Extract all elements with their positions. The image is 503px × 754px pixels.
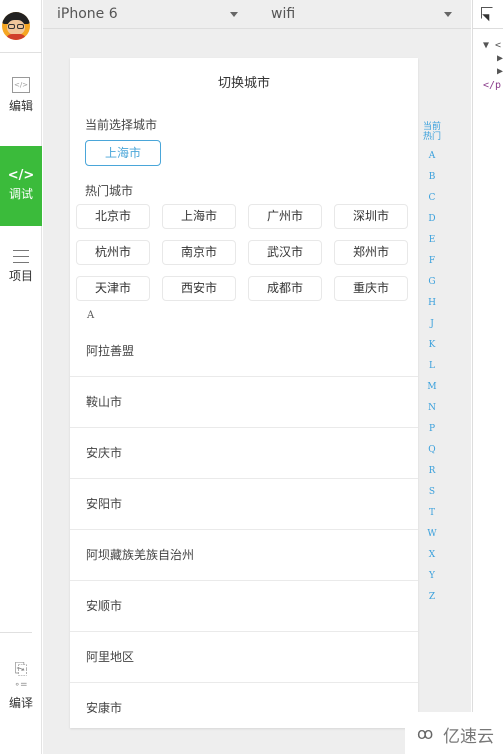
- index-letter[interactable]: C: [420, 188, 444, 209]
- group-letter: A: [87, 310, 95, 321]
- hot-city-button[interactable]: 成都市: [248, 276, 322, 301]
- city-list-item[interactable]: 阿坝藏族羌族自治州: [70, 530, 418, 581]
- city-list: 阿拉善盟 鞍山市 安庆市 安阳市 阿坝藏族羌族自治州 安顺市 阿里地区 安康市: [70, 326, 418, 728]
- cloud-logo-icon: ꝏ: [417, 724, 434, 743]
- index-letter[interactable]: G: [420, 272, 444, 293]
- hot-city-button[interactable]: 杭州市: [76, 240, 150, 265]
- compile-mode-icon: ∘=: [14, 680, 28, 690]
- hot-city-button[interactable]: 郑州市: [334, 240, 408, 265]
- index-letter[interactable]: T: [420, 503, 444, 524]
- index-letter[interactable]: Y: [420, 566, 444, 587]
- index-letter[interactable]: W: [420, 524, 444, 545]
- debug-icon: </>: [7, 168, 35, 183]
- index-letter[interactable]: E: [420, 230, 444, 251]
- divider: [0, 52, 42, 53]
- city-list-item[interactable]: 安顺市: [70, 581, 418, 632]
- sidebar-item-compile[interactable]: ⎘ ∘= 编译: [0, 660, 42, 711]
- sidebar-item-debug[interactable]: </> 调试: [0, 146, 42, 226]
- index-letter[interactable]: H: [420, 293, 444, 314]
- alphabet-index: 当前 热门 ABCDEFGHJKLMNPQRSTWXYZ: [420, 122, 444, 608]
- sidebar-item-project[interactable]: 项目: [0, 250, 42, 284]
- current-city-label: 当前选择城市: [85, 118, 158, 132]
- city-list-item[interactable]: 安康市: [70, 683, 418, 728]
- chevron-down-icon[interactable]: [444, 12, 452, 17]
- code-editor-icon: </>: [12, 77, 30, 93]
- hot-city-button[interactable]: 北京市: [76, 204, 150, 229]
- watermark: ꝏ 亿速云: [405, 712, 503, 754]
- hot-city-button[interactable]: 上海市: [162, 204, 236, 229]
- sidebar-item-label: 编辑: [8, 99, 33, 113]
- city-list-item[interactable]: 阿里地区: [70, 632, 418, 683]
- city-list-item[interactable]: 安庆市: [70, 428, 418, 479]
- sidebar-item-label: 项目: [8, 269, 33, 283]
- index-letter[interactable]: Q: [420, 440, 444, 461]
- dom-node[interactable]: ▶: [497, 66, 503, 77]
- index-letter[interactable]: M: [420, 377, 444, 398]
- network-select[interactable]: wifi: [271, 6, 295, 22]
- hot-city-button[interactable]: 广州市: [248, 204, 322, 229]
- hot-city-button[interactable]: 南京市: [162, 240, 236, 265]
- index-letter[interactable]: B: [420, 167, 444, 188]
- hot-city-button[interactable]: 西安市: [162, 276, 236, 301]
- index-letter[interactable]: X: [420, 545, 444, 566]
- city-list-item[interactable]: 阿拉善盟: [70, 326, 418, 377]
- devtools-panel: ▼ < ▶ ▶ </p: [472, 0, 503, 754]
- avatar[interactable]: [2, 12, 30, 40]
- index-letter[interactable]: N: [420, 398, 444, 419]
- index-letter[interactable]: R: [420, 461, 444, 482]
- sidebar-item-editor[interactable]: </> 编辑: [0, 76, 42, 114]
- phone-screen: 切换城市 当前选择城市 上海市 热门城市 北京市 上海市 广州市 深圳市 杭州市 南京市武…: [70, 58, 418, 728]
- dom-node[interactable]: </p: [483, 80, 501, 91]
- index-hot[interactable]: 热门: [420, 132, 444, 142]
- compile-icon: ⎘: [14, 659, 28, 678]
- dom-node[interactable]: ▶: [497, 53, 503, 64]
- inspect-element-icon[interactable]: [481, 7, 493, 19]
- city-list-item[interactable]: 安阳市: [70, 479, 418, 530]
- divider: [0, 632, 32, 633]
- index-letter[interactable]: A: [420, 146, 444, 167]
- index-letter[interactable]: L: [420, 356, 444, 377]
- city-list-item[interactable]: 鞍山市: [70, 377, 418, 428]
- hot-city-button[interactable]: 重庆市: [334, 276, 408, 301]
- dom-node[interactable]: ▼ <: [483, 40, 501, 51]
- index-letter[interactable]: F: [420, 251, 444, 272]
- index-letter[interactable]: D: [420, 209, 444, 230]
- hot-city-button[interactable]: 天津市: [76, 276, 150, 301]
- hot-cities-label: 热门城市: [85, 184, 134, 198]
- sidebar-item-label: 调试: [8, 187, 33, 201]
- index-letter[interactable]: S: [420, 482, 444, 503]
- watermark-text: 亿速云: [443, 727, 494, 747]
- chevron-down-icon[interactable]: [230, 12, 238, 17]
- index-current[interactable]: 当前: [420, 122, 444, 132]
- hot-city-button[interactable]: 武汉市: [248, 240, 322, 265]
- index-letter[interactable]: Z: [420, 587, 444, 608]
- index-letter[interactable]: P: [420, 419, 444, 440]
- sidebar-item-label: 编译: [8, 696, 33, 710]
- left-sidebar: </> 编辑 </> 调试 项目 ⎘ ∘= 编译: [0, 0, 42, 754]
- index-letter[interactable]: K: [420, 335, 444, 356]
- simulator-toolbar: iPhone 6 wifi: [43, 0, 471, 29]
- menu-lines-icon: [13, 250, 29, 263]
- index-letter[interactable]: J: [420, 314, 444, 335]
- page-title: 切换城市: [217, 76, 270, 91]
- device-select[interactable]: iPhone 6: [57, 6, 118, 22]
- current-city-button[interactable]: 上海市: [85, 140, 161, 166]
- hot-city-button[interactable]: 深圳市: [334, 204, 408, 229]
